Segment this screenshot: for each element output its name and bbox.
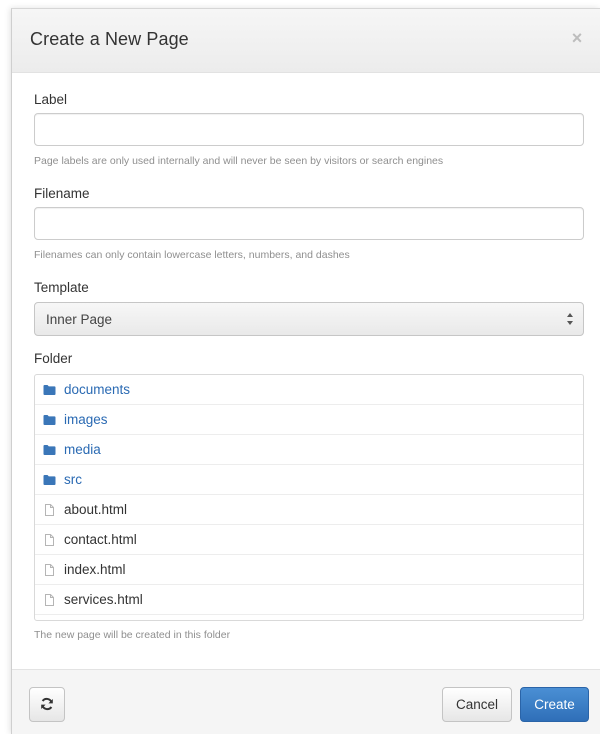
file-list-item[interactable]: index.html bbox=[35, 555, 583, 585]
filename-help-text: Filenames can only contain lowercase let… bbox=[34, 249, 350, 261]
list-item-label: documents bbox=[64, 382, 131, 397]
create-button[interactable]: Create bbox=[520, 687, 589, 722]
list-item-label: media bbox=[64, 442, 101, 457]
refresh-button[interactable] bbox=[29, 687, 65, 722]
file-icon bbox=[45, 534, 54, 546]
folder-icon bbox=[43, 415, 56, 425]
folder-list: documents images media src about.html contact… bbox=[34, 374, 584, 621]
dialog-title: Create a New Page bbox=[30, 29, 189, 49]
folder-list-item[interactable]: images bbox=[35, 405, 583, 435]
label-help-text: Page labels are only used internally and… bbox=[34, 155, 444, 167]
list-item-label: services.html bbox=[64, 592, 143, 607]
list-item-label: src bbox=[64, 472, 82, 487]
folder-list-item[interactable]: media bbox=[35, 435, 583, 465]
folder-list-item[interactable]: documents bbox=[35, 375, 583, 405]
label-input[interactable] bbox=[34, 113, 584, 146]
folder-list-item[interactable]: src bbox=[35, 465, 583, 495]
template-field-label: Template bbox=[34, 280, 89, 295]
list-item-label: about.html bbox=[64, 502, 128, 517]
filename-field-label: Filename bbox=[34, 186, 90, 201]
folder-icon bbox=[43, 385, 56, 395]
folder-icon bbox=[43, 475, 56, 485]
template-selected-value: Inner Page bbox=[46, 312, 113, 327]
folder-icon bbox=[43, 445, 56, 455]
list-item-label: index.html bbox=[64, 562, 126, 577]
file-icon bbox=[45, 594, 54, 606]
filename-input[interactable] bbox=[34, 207, 584, 240]
file-list-item[interactable]: about.html bbox=[35, 495, 583, 525]
select-arrows-icon bbox=[567, 313, 573, 325]
file-list-item[interactable]: services.html bbox=[35, 585, 583, 615]
create-page-dialog: Create a New Page × Label Page labels ar… bbox=[11, 8, 600, 734]
folder-field-label: Folder bbox=[34, 351, 73, 366]
template-select[interactable]: Inner Page bbox=[34, 302, 584, 336]
folder-help-text: The new page will be created in this fol… bbox=[34, 629, 231, 641]
file-list-item[interactable]: contact.html bbox=[35, 525, 583, 555]
label-field-label: Label bbox=[34, 92, 68, 107]
dialog-footer: Cancel Create bbox=[12, 669, 600, 734]
list-item-label: images bbox=[64, 412, 108, 427]
close-icon[interactable]: × bbox=[568, 28, 586, 48]
refresh-icon bbox=[41, 697, 53, 711]
list-item-label: contact.html bbox=[64, 532, 137, 547]
cancel-button[interactable]: Cancel bbox=[442, 687, 512, 722]
file-icon bbox=[45, 564, 54, 576]
dialog-header: Create a New Page × bbox=[12, 9, 600, 73]
file-icon bbox=[45, 504, 54, 516]
